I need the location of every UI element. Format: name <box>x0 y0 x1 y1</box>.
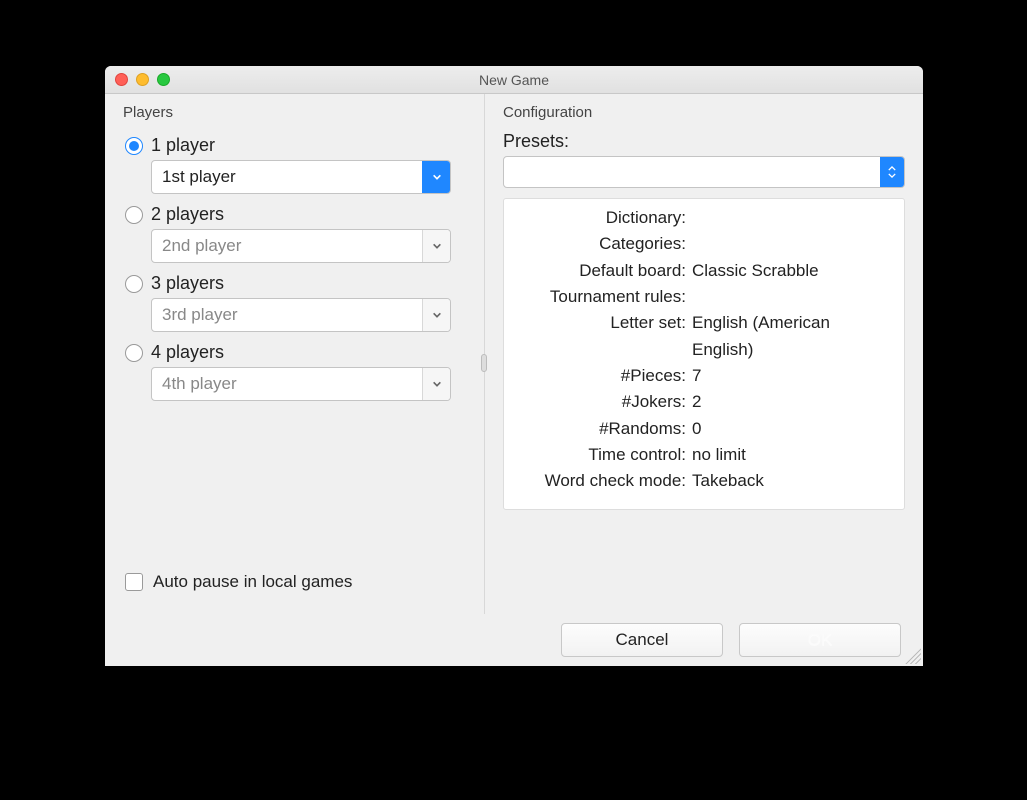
cfg-val-tournament-rules <box>692 284 894 310</box>
chevron-down-icon <box>422 230 450 262</box>
cfg-val-pieces: 7 <box>692 363 894 389</box>
cfg-key-categories: Categories: <box>514 231 692 257</box>
cancel-button[interactable]: Cancel <box>561 623 723 657</box>
dialog-button-bar: Cancel OK <box>105 614 923 666</box>
radio-3-players[interactable] <box>125 275 143 293</box>
configuration-section-label: Configuration <box>503 104 905 121</box>
cfg-key-default-board: Default board: <box>514 258 692 284</box>
resize-grip-icon[interactable] <box>905 648 921 664</box>
cfg-key-tournament-rules: Tournament rules: <box>514 284 692 310</box>
radio-1-player[interactable] <box>125 137 143 155</box>
combo-2nd-player[interactable]: 2nd player <box>151 229 451 263</box>
window-controls <box>115 73 170 86</box>
cfg-val-word-check: Takeback <box>692 468 894 494</box>
combo-1st-player[interactable]: 1st player <box>151 160 451 194</box>
radio-2-players-label: 2 players <box>151 204 224 225</box>
presets-combo[interactable] <box>503 156 905 188</box>
combo-3rd-player-text: 3rd player <box>152 305 422 325</box>
window-title: New Game <box>479 72 549 88</box>
player-option-3: 3 players 3rd player <box>125 273 466 332</box>
combo-2nd-player-text: 2nd player <box>152 236 422 256</box>
combo-4th-player-text: 4th player <box>152 374 422 394</box>
players-section-label: Players <box>123 104 466 121</box>
combo-1st-player-text: 1st player <box>152 167 422 187</box>
cfg-val-jokers: 2 <box>692 389 894 415</box>
titlebar: New Game <box>105 66 923 94</box>
close-icon[interactable] <box>115 73 128 86</box>
cfg-key-jokers: #Jokers: <box>514 389 692 415</box>
radio-4-players[interactable] <box>125 344 143 362</box>
ok-button-label: OK <box>808 630 833 650</box>
cfg-key-randoms: #Randoms: <box>514 416 692 442</box>
radio-3-players-label: 3 players <box>151 273 224 294</box>
chevron-down-icon <box>422 299 450 331</box>
cancel-button-label: Cancel <box>616 630 669 650</box>
cfg-key-pieces: #Pieces: <box>514 363 692 389</box>
cfg-key-letter-set: Letter set: <box>514 310 692 363</box>
minimize-icon[interactable] <box>136 73 149 86</box>
chevron-down-icon <box>422 161 450 193</box>
stepper-icon <box>880 157 904 187</box>
config-details: Dictionary: Categories: Default board:Cl… <box>503 198 905 510</box>
zoom-icon[interactable] <box>157 73 170 86</box>
player-option-4: 4 players 4th player <box>125 342 466 401</box>
cfg-val-dictionary <box>692 205 894 231</box>
radio-1-player-label: 1 player <box>151 135 215 156</box>
chevron-down-icon <box>422 368 450 400</box>
cfg-val-categories <box>692 231 894 257</box>
auto-pause-label: Auto pause in local games <box>153 572 352 592</box>
cfg-key-dictionary: Dictionary: <box>514 205 692 231</box>
player-option-1: 1 player 1st player <box>125 135 466 194</box>
ok-button[interactable]: OK <box>739 623 901 657</box>
combo-4th-player[interactable]: 4th player <box>151 367 451 401</box>
radio-4-players-label: 4 players <box>151 342 224 363</box>
cfg-val-letter-set: English (American English) <box>692 310 894 363</box>
cfg-val-randoms: 0 <box>692 416 894 442</box>
cfg-val-default-board: Classic Scrabble <box>692 258 894 284</box>
presets-combo-text <box>504 157 880 187</box>
combo-3rd-player[interactable]: 3rd player <box>151 298 451 332</box>
cfg-key-word-check: Word check mode: <box>514 468 692 494</box>
players-pane: Players 1 player 1st player 2 p <box>105 94 485 614</box>
radio-2-players[interactable] <box>125 206 143 224</box>
player-option-2: 2 players 2nd player <box>125 204 466 263</box>
presets-label: Presets: <box>503 131 905 152</box>
cfg-val-time-control: no limit <box>692 442 894 468</box>
new-game-dialog: New Game Players 1 player 1st player <box>105 66 923 666</box>
auto-pause-checkbox[interactable] <box>125 573 143 591</box>
configuration-pane: Configuration Presets: Dictionary: Categ… <box>485 94 923 614</box>
cfg-key-time-control: Time control: <box>514 442 692 468</box>
